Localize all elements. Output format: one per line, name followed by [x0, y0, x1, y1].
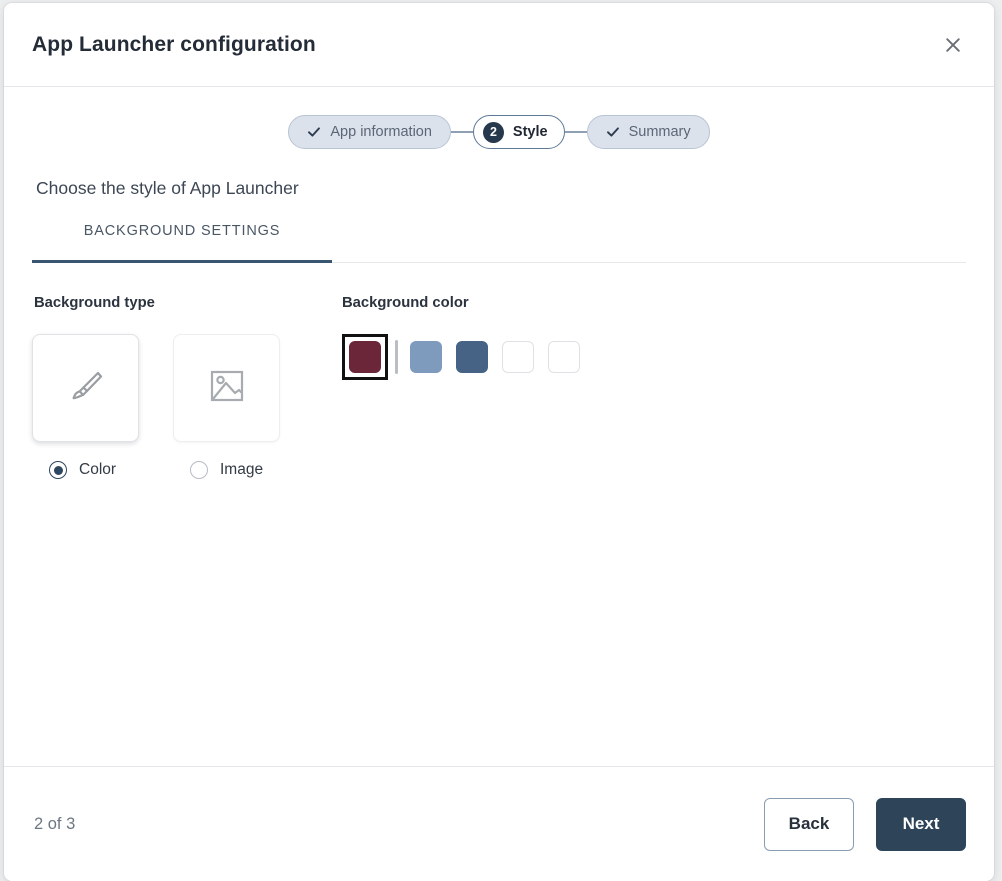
tab-label: BACKGROUND SETTINGS	[83, 223, 281, 239]
step-number-badge: 2	[482, 121, 504, 143]
tab-bar: BACKGROUND SETTINGS	[32, 219, 966, 263]
page-subtitle: Choose the style of App Launcher	[36, 178, 299, 198]
background-color-section: Background color	[340, 295, 966, 479]
step-summary[interactable]: Summary	[586, 115, 710, 149]
radio-row-image[interactable]: Image	[173, 461, 280, 479]
swatch-color-chip	[349, 341, 381, 373]
swatch-color-chip	[502, 341, 534, 373]
swatch-color-chip	[548, 341, 580, 373]
dialog-header: App Launcher configuration	[4, 3, 994, 87]
swatch-dark-blue[interactable]	[454, 339, 490, 375]
background-type-option-color[interactable]: Color	[32, 334, 139, 479]
dialog-title: App Launcher configuration	[32, 32, 316, 56]
tab-background-settings[interactable]: BACKGROUND SETTINGS	[32, 219, 332, 263]
radio-label-image: Image	[220, 461, 264, 478]
wizard-stepper: App information 2 Style Summary	[32, 87, 966, 149]
dialog-body: App information 2 Style Summary Choose t…	[4, 87, 994, 766]
step-app-information[interactable]: App information	[288, 115, 451, 149]
step-label: Summary	[628, 124, 691, 140]
radio-color[interactable]	[49, 461, 67, 479]
close-button[interactable]	[934, 26, 972, 64]
background-type-label: Background type	[34, 295, 155, 311]
close-icon	[943, 35, 963, 55]
swatch-color-chip	[456, 341, 488, 373]
radio-image[interactable]	[190, 461, 208, 479]
swatch-empty-1[interactable]	[500, 339, 536, 375]
color-swatch-list	[342, 334, 966, 380]
swatch-caret	[395, 340, 398, 374]
check-icon	[606, 125, 620, 139]
step-style[interactable]: 2 Style	[472, 115, 565, 149]
swatch-color-chip	[410, 341, 442, 373]
check-icon	[307, 125, 321, 139]
background-type-option-image[interactable]: Image	[173, 334, 280, 479]
paintbrush-icon	[63, 363, 109, 414]
radio-row-color[interactable]: Color	[32, 461, 139, 479]
image-type-card[interactable]	[173, 334, 280, 442]
swatch-empty-2[interactable]	[546, 339, 582, 375]
back-button[interactable]: Back	[764, 797, 854, 851]
step-label: App information	[330, 124, 432, 140]
page-counter: 2 of 3	[34, 814, 76, 833]
step-connector-1	[450, 131, 473, 133]
background-color-label: Background color	[342, 295, 469, 311]
swatch-light-blue[interactable]	[408, 339, 444, 375]
swatch-maroon[interactable]	[342, 334, 388, 380]
app-launcher-configuration-dialog: App Launcher configuration App informati…	[4, 3, 994, 881]
footer-buttons: Back Next	[764, 797, 966, 851]
step-label: Style	[512, 124, 548, 140]
dialog-footer: 2 of 3 Back Next	[4, 766, 994, 881]
settings-area: Background type Color Image Background c…	[32, 295, 966, 479]
step-connector-2	[564, 131, 587, 133]
radio-label-color: Color	[79, 461, 117, 478]
background-type-section: Background type Color Image	[32, 295, 340, 479]
color-type-card[interactable]	[32, 334, 139, 442]
next-button[interactable]: Next	[876, 797, 966, 851]
image-icon	[205, 364, 249, 413]
